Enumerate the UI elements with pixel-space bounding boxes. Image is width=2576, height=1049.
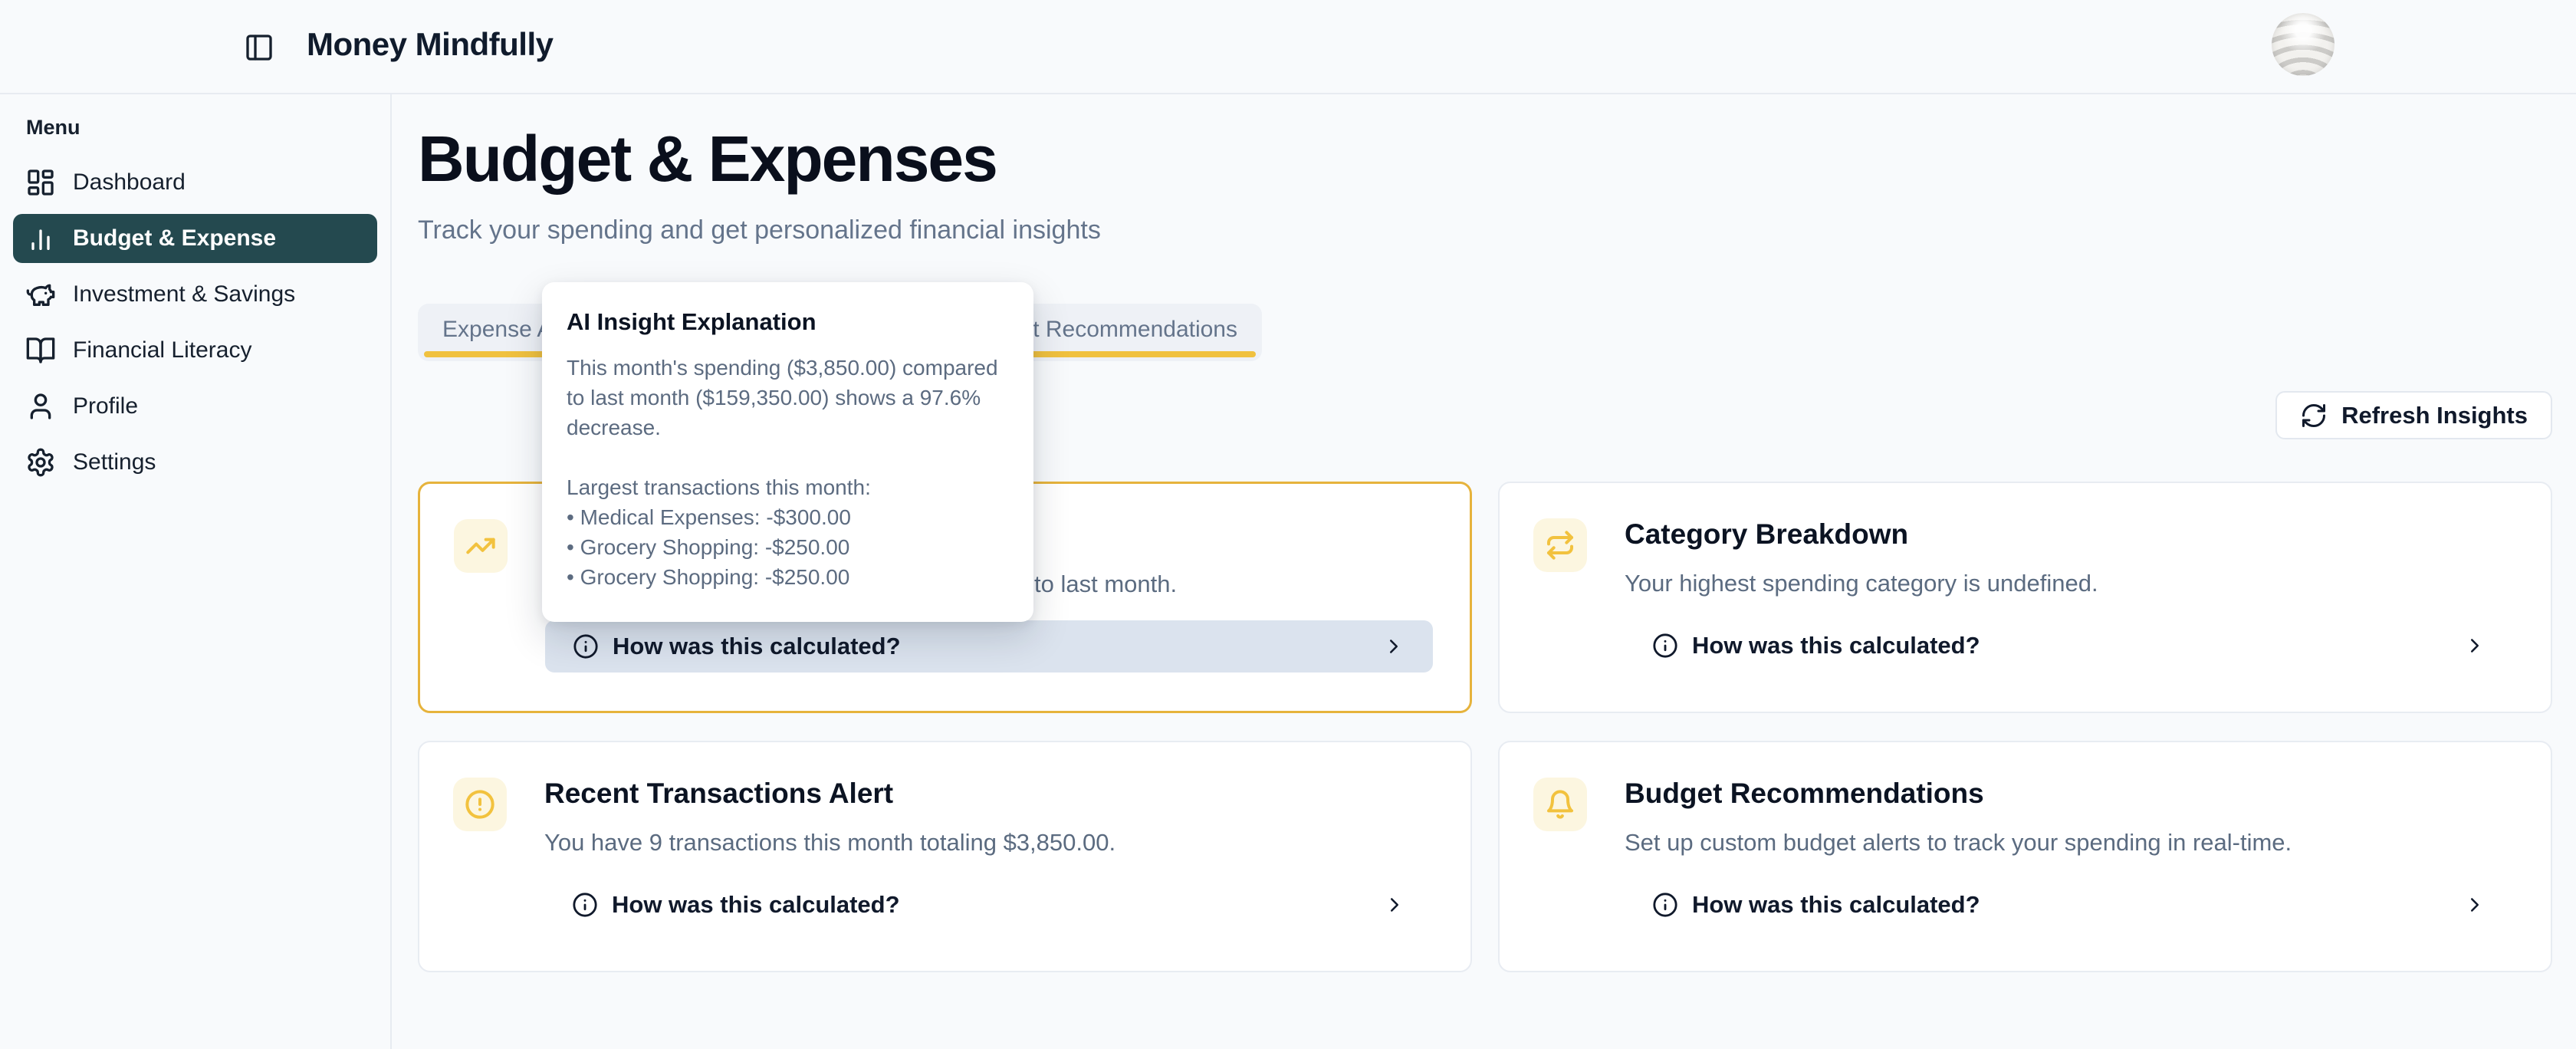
popup-list-intro: Largest transactions this month: <box>567 472 1015 502</box>
refresh-insights-label: Refresh Insights <box>2341 402 2528 429</box>
card-icon-box <box>454 519 508 573</box>
info-icon <box>1652 633 1678 659</box>
sidebar-item-label: Budget & Expense <box>73 225 276 252</box>
sidebar-item-budget-expense[interactable]: Budget & Expense <box>13 214 377 263</box>
ai-insight-popup: AI Insight Explanation This month's spen… <box>542 282 1033 622</box>
sidebar-nav: Dashboard Budget & Expense Investment & … <box>0 158 390 487</box>
how-calculated-button[interactable]: How was this calculated? <box>545 620 1433 672</box>
card-icon-box <box>1533 518 1587 572</box>
sidebar-toggle-button[interactable] <box>244 32 274 63</box>
card-title: Category Breakdown <box>1625 518 1908 551</box>
chevron-right-icon <box>2463 893 2486 916</box>
book-open-icon <box>25 335 56 366</box>
refresh-icon <box>2300 402 2328 429</box>
alert-circle-icon <box>465 789 495 820</box>
card-budget-recommendations: Budget Recommendations Set up custom bud… <box>1498 741 2552 972</box>
how-calculated-button[interactable]: How was this calculated? <box>1625 879 2514 931</box>
info-icon <box>572 892 598 918</box>
sidebar-item-label: Profile <box>73 393 138 419</box>
bell-icon <box>1545 789 1576 820</box>
repeat-icon <box>1545 530 1576 561</box>
sidebar-item-settings[interactable]: Settings <box>13 438 377 487</box>
sidebar-item-label: Settings <box>73 449 156 475</box>
sidebar-menu-label: Menu <box>26 116 390 140</box>
card-body: Set up custom budget alerts to track you… <box>1625 829 2292 857</box>
chevron-right-icon <box>1383 893 1406 916</box>
gear-icon <box>25 447 56 478</box>
sidebar-item-investment-savings[interactable]: Investment & Savings <box>13 270 377 319</box>
refresh-insights-button[interactable]: Refresh Insights <box>2275 391 2552 439</box>
how-calculated-button[interactable]: How was this calculated? <box>1625 620 2514 672</box>
how-calculated-label: How was this calculated? <box>1692 891 1980 919</box>
chevron-right-icon <box>2463 634 2486 657</box>
how-calculated-label: How was this calculated? <box>612 891 900 919</box>
card-body-fragment: to last month. <box>1034 571 1177 598</box>
layout-dashboard-icon <box>25 167 56 198</box>
popup-bullet: • Medical Expenses: -$300.00 <box>567 502 1015 532</box>
info-icon <box>1652 892 1678 918</box>
app-title: Money Mindfully <box>307 26 554 63</box>
sidebar-item-profile[interactable]: Profile <box>13 382 377 431</box>
card-title: Budget Recommendations <box>1625 778 1984 810</box>
sidebar-item-dashboard[interactable]: Dashboard <box>13 158 377 207</box>
card-category-breakdown: Category Breakdown Your highest spending… <box>1498 482 2552 713</box>
how-calculated-label: How was this calculated? <box>613 633 901 660</box>
card-body: You have 9 transactions this month total… <box>544 829 1116 857</box>
app-header: Money Mindfully <box>0 0 2576 94</box>
card-icon-box <box>1533 778 1587 831</box>
card-recent-transactions: Recent Transactions Alert You have 9 tra… <box>418 741 1472 972</box>
card-body: Your highest spending category is undefi… <box>1625 570 2098 597</box>
popup-bullet: • Grocery Shopping: -$250.00 <box>567 532 1015 562</box>
main-content: Budget & Expenses Track your spending an… <box>392 94 2576 1049</box>
tab-expense-analysis[interactable]: Expense A <box>442 304 552 356</box>
panel-left-icon <box>244 32 274 63</box>
sidebar-item-label: Investment & Savings <box>73 281 295 307</box>
sidebar-item-financial-literacy[interactable]: Financial Literacy <box>13 326 377 375</box>
user-icon <box>25 391 56 422</box>
bar-chart-icon <box>25 223 56 254</box>
chevron-right-icon <box>1382 635 1405 658</box>
how-calculated-button[interactable]: How was this calculated? <box>544 879 1434 931</box>
sidebar: Menu Dashboard Budget & Expense <box>0 94 392 1049</box>
user-avatar[interactable] <box>2272 13 2334 76</box>
page-subtitle: Track your spending and get personalized… <box>418 215 1101 245</box>
popup-title: AI Insight Explanation <box>567 308 1014 336</box>
piggy-bank-icon <box>25 279 56 310</box>
sidebar-item-label: Financial Literacy <box>73 337 251 363</box>
card-title: Recent Transactions Alert <box>544 778 893 810</box>
trending-up-icon <box>465 531 496 561</box>
sidebar-item-label: Dashboard <box>73 169 186 196</box>
popup-paragraph: This month's spending ($3,850.00) compar… <box>567 353 1015 442</box>
popup-bullet: • Grocery Shopping: -$250.00 <box>567 562 1015 592</box>
how-calculated-label: How was this calculated? <box>1692 632 1980 659</box>
card-icon-box <box>453 778 507 831</box>
info-icon <box>573 633 599 659</box>
page-title: Budget & Expenses <box>418 125 997 192</box>
tab-recommendations[interactable]: ct Recommendations <box>1021 304 1237 356</box>
